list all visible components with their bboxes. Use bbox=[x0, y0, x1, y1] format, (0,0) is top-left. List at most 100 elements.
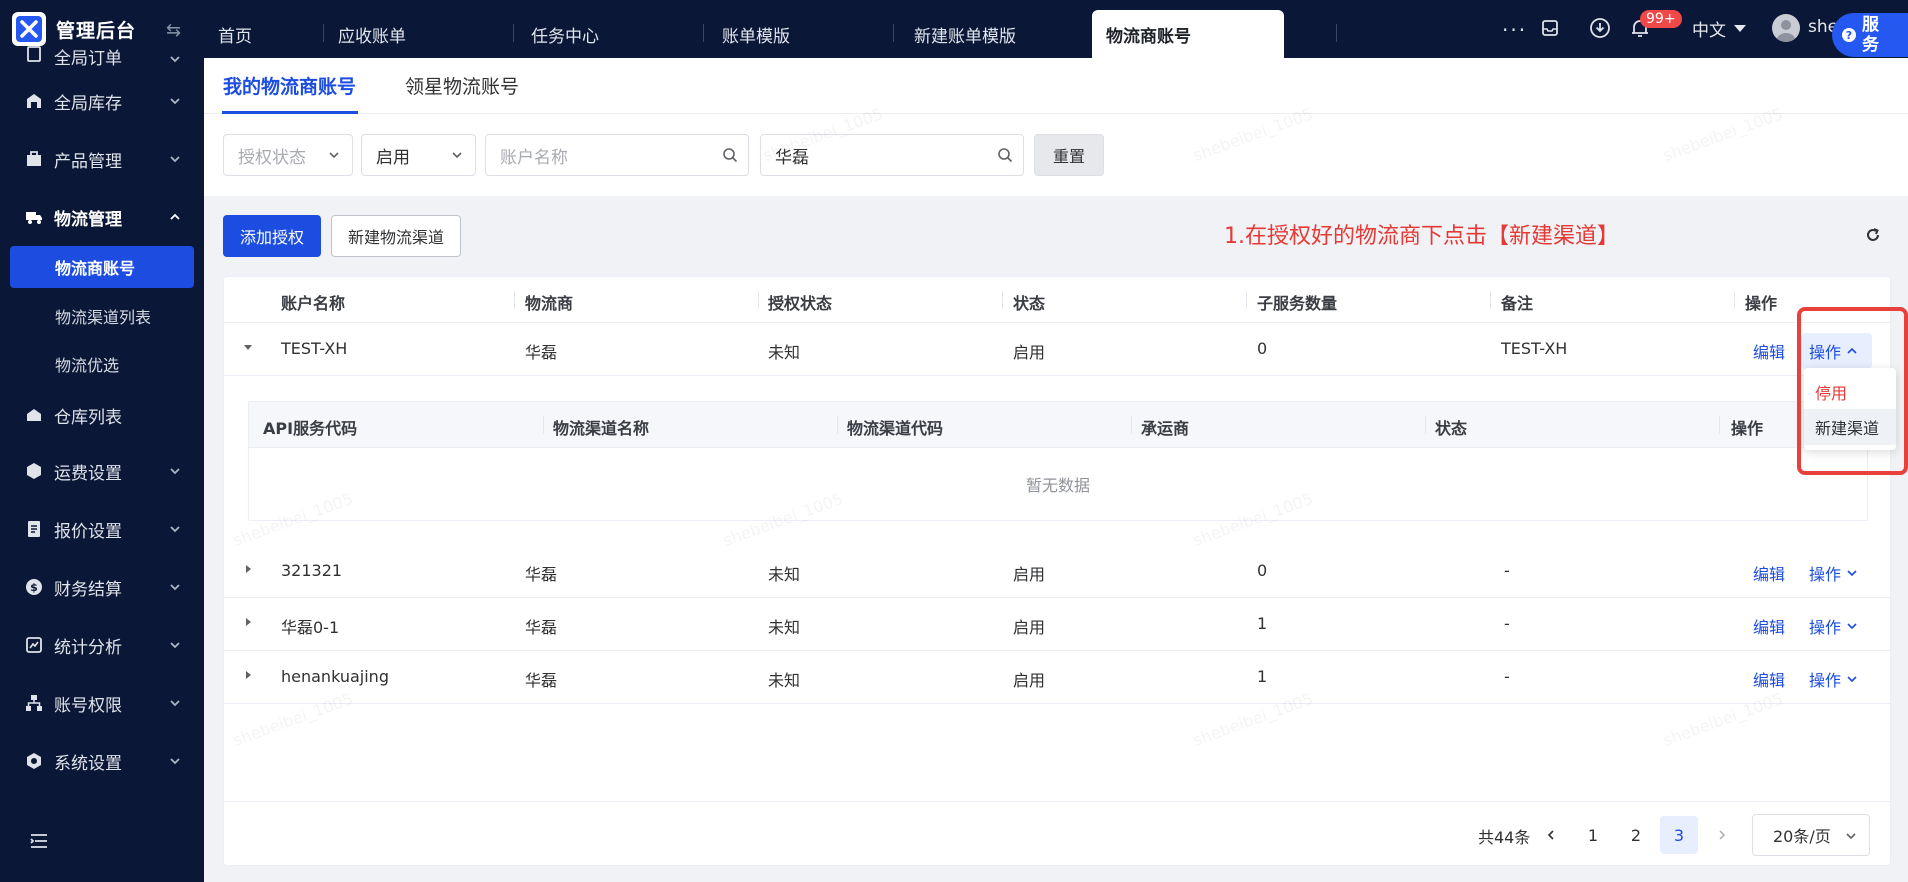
page-size-value: 20条/页 bbox=[1773, 827, 1831, 846]
refresh-icon[interactable] bbox=[1864, 226, 1882, 244]
chevron-down-icon bbox=[329, 152, 339, 159]
sidebar-item-freight[interactable]: 运费设置 bbox=[0, 442, 204, 500]
sidebar-subitem-logistics-optimization[interactable]: 物流优选 bbox=[0, 340, 204, 388]
auth-status-select[interactable]: 授权状态 bbox=[223, 134, 353, 176]
sidebar-item-system-settings[interactable]: 系统设置 bbox=[0, 732, 204, 790]
cell-provider: 华磊 bbox=[525, 565, 558, 584]
column-carrier: 承运商 bbox=[1141, 419, 1190, 438]
sidebar-item-finance[interactable]: $ 财务结算 bbox=[0, 558, 204, 616]
table-row[interactable]: 321321 华磊 未知 启用 0 - 编辑 操作 bbox=[224, 545, 1892, 598]
sidebar-item-label: 物流管理 bbox=[54, 209, 122, 230]
search-icon[interactable] bbox=[997, 147, 1013, 163]
help-icon: ? bbox=[1842, 28, 1856, 42]
sidebar-subitem-channel-list[interactable]: 物流渠道列表 bbox=[0, 292, 204, 340]
chevron-up-icon bbox=[170, 213, 180, 220]
expand-row-icon[interactable] bbox=[242, 616, 254, 628]
edit-link[interactable]: 编辑 bbox=[1753, 561, 1785, 585]
search-icon[interactable] bbox=[722, 147, 738, 163]
sidebar-item-orders[interactable]: 全局订单 bbox=[0, 44, 204, 72]
service-button[interactable]: ? 服务 bbox=[1832, 13, 1908, 57]
avatar[interactable] bbox=[1772, 14, 1800, 42]
svg-text:$: $ bbox=[30, 581, 38, 594]
tab-home[interactable]: 首页 bbox=[204, 10, 324, 58]
status-select[interactable]: 启用 bbox=[361, 134, 476, 176]
inbox-icon[interactable] bbox=[1538, 16, 1562, 40]
page-size-select[interactable]: 20条/页 bbox=[1752, 814, 1870, 856]
account-name-input[interactable]: 账户名称 bbox=[485, 134, 749, 176]
next-page-button[interactable] bbox=[1703, 816, 1741, 854]
table-row[interactable]: 华磊0-1 华磊 未知 启用 1 - 编辑 操作 bbox=[224, 598, 1892, 651]
table-row[interactable]: TEST-XH 华磊 未知 启用 0 TEST-XH 编辑 操作 bbox=[224, 323, 1892, 376]
sidebar-item-analytics[interactable]: 统计分析 bbox=[0, 616, 204, 674]
cell-status: 启用 bbox=[1013, 343, 1046, 362]
language-select[interactable]: 中文 bbox=[1692, 16, 1746, 41]
chevron-down-icon bbox=[1847, 676, 1857, 683]
chevron-down-icon bbox=[170, 156, 180, 163]
tab-task-center[interactable]: 任务中心 bbox=[514, 10, 704, 58]
edit-link[interactable]: 编辑 bbox=[1753, 339, 1785, 363]
download-icon[interactable] bbox=[1588, 16, 1612, 40]
operations-menu-trigger[interactable]: 操作 bbox=[1809, 561, 1858, 585]
chevron-left-icon bbox=[1547, 830, 1554, 840]
sidebar-subitem-logistics-accounts[interactable]: 物流商账号 bbox=[10, 246, 194, 288]
column-actions: 操作 bbox=[1745, 294, 1778, 313]
table-row[interactable]: henankuajing 华磊 未知 启用 1 - 编辑 操作 bbox=[224, 651, 1892, 704]
expand-row-icon[interactable] bbox=[242, 669, 254, 681]
edit-link[interactable]: 编辑 bbox=[1753, 614, 1785, 638]
box-icon bbox=[24, 149, 44, 169]
prev-page-button[interactable] bbox=[1532, 816, 1570, 854]
select-placeholder: 授权状态 bbox=[238, 147, 306, 168]
cell-status: 启用 bbox=[1013, 565, 1046, 584]
cell-provider: 华磊 bbox=[525, 343, 558, 362]
tab-bill-templates[interactable]: 账单模版 bbox=[704, 10, 894, 58]
cell-count: 0 bbox=[1257, 561, 1268, 580]
expand-row-icon[interactable] bbox=[242, 563, 254, 575]
nested-channel-table: API服务代码 物流渠道名称 物流渠道代码 承运商 状态 操作 暂无数据 bbox=[248, 401, 1868, 521]
edit-link[interactable]: 编辑 bbox=[1753, 667, 1785, 691]
operations-menu-trigger[interactable]: 操作 bbox=[1809, 614, 1858, 638]
reset-button[interactable]: 重置 bbox=[1034, 134, 1104, 176]
tab-logistics-accounts[interactable]: 物流商账号 bbox=[1092, 10, 1284, 58]
add-authorization-button[interactable]: 添加授权 bbox=[223, 215, 321, 257]
subtab-my-logistics-accounts[interactable]: 我的物流商账号 bbox=[223, 72, 356, 99]
select-value: 启用 bbox=[376, 147, 410, 168]
sidebar-item-products[interactable]: 产品管理 bbox=[0, 130, 204, 188]
sidebar-item-quotes[interactable]: 报价设置 bbox=[0, 500, 204, 558]
cell-count: 0 bbox=[1257, 339, 1268, 358]
cell-count: 1 bbox=[1257, 667, 1268, 686]
column-api-service-code: API服务代码 bbox=[263, 419, 358, 438]
sidebar-item-permissions[interactable]: 账号权限 bbox=[0, 674, 204, 732]
sidebar-item-warehouses[interactable]: 仓库列表 bbox=[0, 388, 204, 442]
provider-input[interactable]: 华磊 bbox=[760, 134, 1024, 176]
filter-bar: 授权状态 启用 账户名称 华磊 重置 bbox=[204, 114, 1908, 196]
page-1-button[interactable]: 1 bbox=[1574, 816, 1612, 854]
chevron-down-icon bbox=[1847, 570, 1857, 577]
operations-label: 操作 bbox=[1809, 618, 1842, 637]
sidebar-item-logistics[interactable]: 物流管理 bbox=[0, 188, 204, 246]
tab-receivables[interactable]: 应收账单 bbox=[324, 10, 514, 58]
tab-new-bill-template[interactable]: 新建账单模版 bbox=[894, 10, 1084, 58]
topbar: 首页 应收账单 任务中心 账单模版 新建账单模版 物流商账号 ··· 99+ 中… bbox=[204, 0, 1908, 58]
empty-state: 暂无数据 bbox=[1025, 476, 1090, 495]
more-tabs-icon[interactable]: ··· bbox=[1502, 18, 1527, 42]
sidebar-item-label: 产品管理 bbox=[54, 151, 122, 172]
subtabs: 我的物流商账号 领星物流账号 bbox=[204, 58, 1908, 114]
menu-collapse-icon[interactable] bbox=[28, 830, 50, 852]
cell-auth: 未知 bbox=[768, 565, 801, 584]
chevron-down-icon bbox=[1846, 833, 1856, 840]
cell-provider: 华磊 bbox=[525, 671, 558, 690]
highlight-box bbox=[1797, 307, 1908, 475]
operations-label: 操作 bbox=[1809, 565, 1842, 584]
page-3-button[interactable]: 3 bbox=[1660, 816, 1698, 854]
cell-account: 321321 bbox=[281, 561, 343, 580]
new-logistics-channel-button[interactable]: 新建物流渠道 bbox=[331, 215, 461, 257]
cell-account: 华磊0-1 bbox=[281, 618, 340, 637]
instruction-annotation: 1.在授权好的物流商下点击【新建渠道】 bbox=[1224, 224, 1619, 249]
column-sub-service-count: 子服务数量 bbox=[1257, 294, 1338, 313]
collapse-arrows-icon[interactable]: ⇆ bbox=[166, 20, 181, 41]
subtab-lingxing-logistics-accounts[interactable]: 领星物流账号 bbox=[405, 72, 519, 99]
page-2-button[interactable]: 2 bbox=[1617, 816, 1655, 854]
operations-menu-trigger[interactable]: 操作 bbox=[1809, 667, 1858, 691]
sidebar-item-inventory[interactable]: 全局库存 bbox=[0, 72, 204, 130]
collapse-row-icon[interactable] bbox=[242, 341, 254, 353]
